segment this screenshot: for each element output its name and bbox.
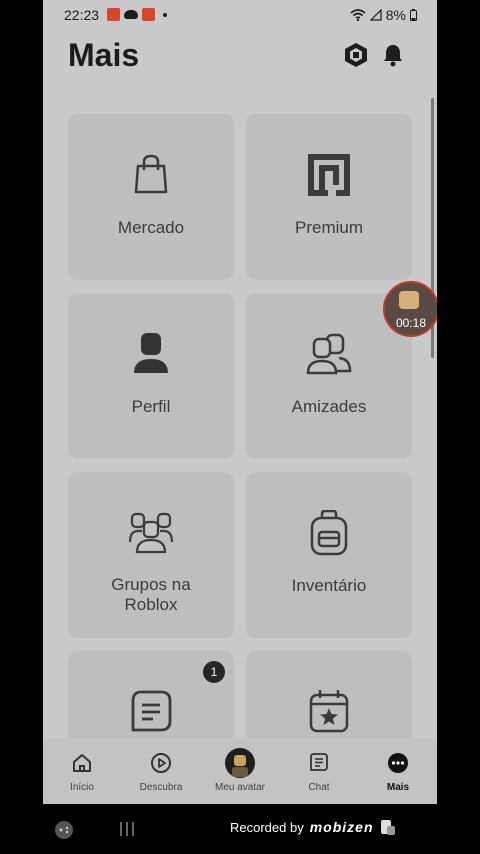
backpack-icon (310, 510, 348, 556)
shopping-bag-icon (134, 154, 168, 194)
tile-perfil[interactable]: Perfil (68, 293, 234, 459)
tile-label: Grupos na Roblox (111, 575, 191, 614)
home-icon (73, 754, 91, 772)
more-notifications-dot-icon (163, 12, 167, 17)
cloud-icon (124, 10, 138, 19)
tab-inicio[interactable]: Início (43, 738, 121, 804)
recorder-watermark: Recorded by mobizen (230, 818, 396, 836)
signal-icon (369, 9, 382, 21)
tile-label: Amizades (291, 397, 367, 416)
battery-percent: 8% (385, 7, 406, 23)
wifi-icon (350, 9, 366, 21)
tab-label: Descubra (139, 782, 183, 793)
unread-badge: 1 (203, 661, 225, 683)
status-time: 22:23 (64, 7, 100, 23)
app-notification-icon (107, 8, 120, 21)
bottom-tab-bar: Início Descubra Meu avatar Chat Mais (43, 738, 437, 804)
friends-icon (306, 333, 352, 375)
premium-icon (308, 154, 350, 196)
tab-mais[interactable]: Mais (359, 738, 437, 804)
app-screen: 22:23 8% Mais Mercado Premium Perfil Ami… (43, 0, 437, 804)
recent-apps-icon[interactable] (118, 820, 136, 838)
notification-icons (107, 8, 167, 21)
status-bar: 22:23 8% (43, 0, 437, 30)
recording-thumbnail (399, 291, 419, 309)
tile-mercado[interactable]: Mercado (68, 114, 234, 280)
tile-label: Mercado (117, 218, 185, 237)
tab-label: Início (70, 782, 94, 793)
game-launcher-icon[interactable] (54, 820, 74, 840)
more-icon (388, 753, 408, 773)
tab-label: Mais (386, 782, 410, 793)
watermark-text: Recorded by (230, 819, 304, 835)
tile-premium[interactable]: Premium (246, 114, 412, 280)
recording-timer: 00:18 (395, 316, 427, 330)
robux-icon[interactable] (341, 40, 371, 70)
tab-label: Meu avatar (214, 782, 266, 793)
page-title: Mais (68, 37, 140, 73)
tab-descubra[interactable]: Descubra (122, 738, 200, 804)
tile-label: Inventário (291, 576, 367, 595)
tile-label: Perfil (131, 397, 171, 416)
tab-label: Chat (308, 782, 330, 793)
watermark-brand: mobizen (309, 819, 374, 835)
status-right: 8% (350, 7, 417, 23)
messages-icon (131, 690, 172, 732)
tab-meu-avatar[interactable]: Meu avatar (201, 738, 279, 804)
chat-icon (310, 753, 328, 771)
groups-icon (128, 512, 174, 554)
tile-inventario[interactable]: Inventário (246, 472, 412, 638)
avatar-icon (225, 748, 255, 778)
person-icon (134, 333, 168, 373)
play-circle-icon (151, 753, 171, 773)
tile-grupos[interactable]: Grupos na Roblox (68, 472, 234, 638)
screen-recorder-bubble[interactable]: 00:18 (383, 281, 437, 337)
app-notification-icon (142, 8, 155, 21)
mobizen-logo-icon (380, 820, 395, 835)
tile-label: Premium (294, 218, 363, 237)
battery-icon (410, 9, 417, 21)
notifications-bell-icon[interactable] (378, 40, 408, 70)
calendar-star-icon (309, 690, 349, 733)
tab-chat[interactable]: Chat (280, 738, 358, 804)
